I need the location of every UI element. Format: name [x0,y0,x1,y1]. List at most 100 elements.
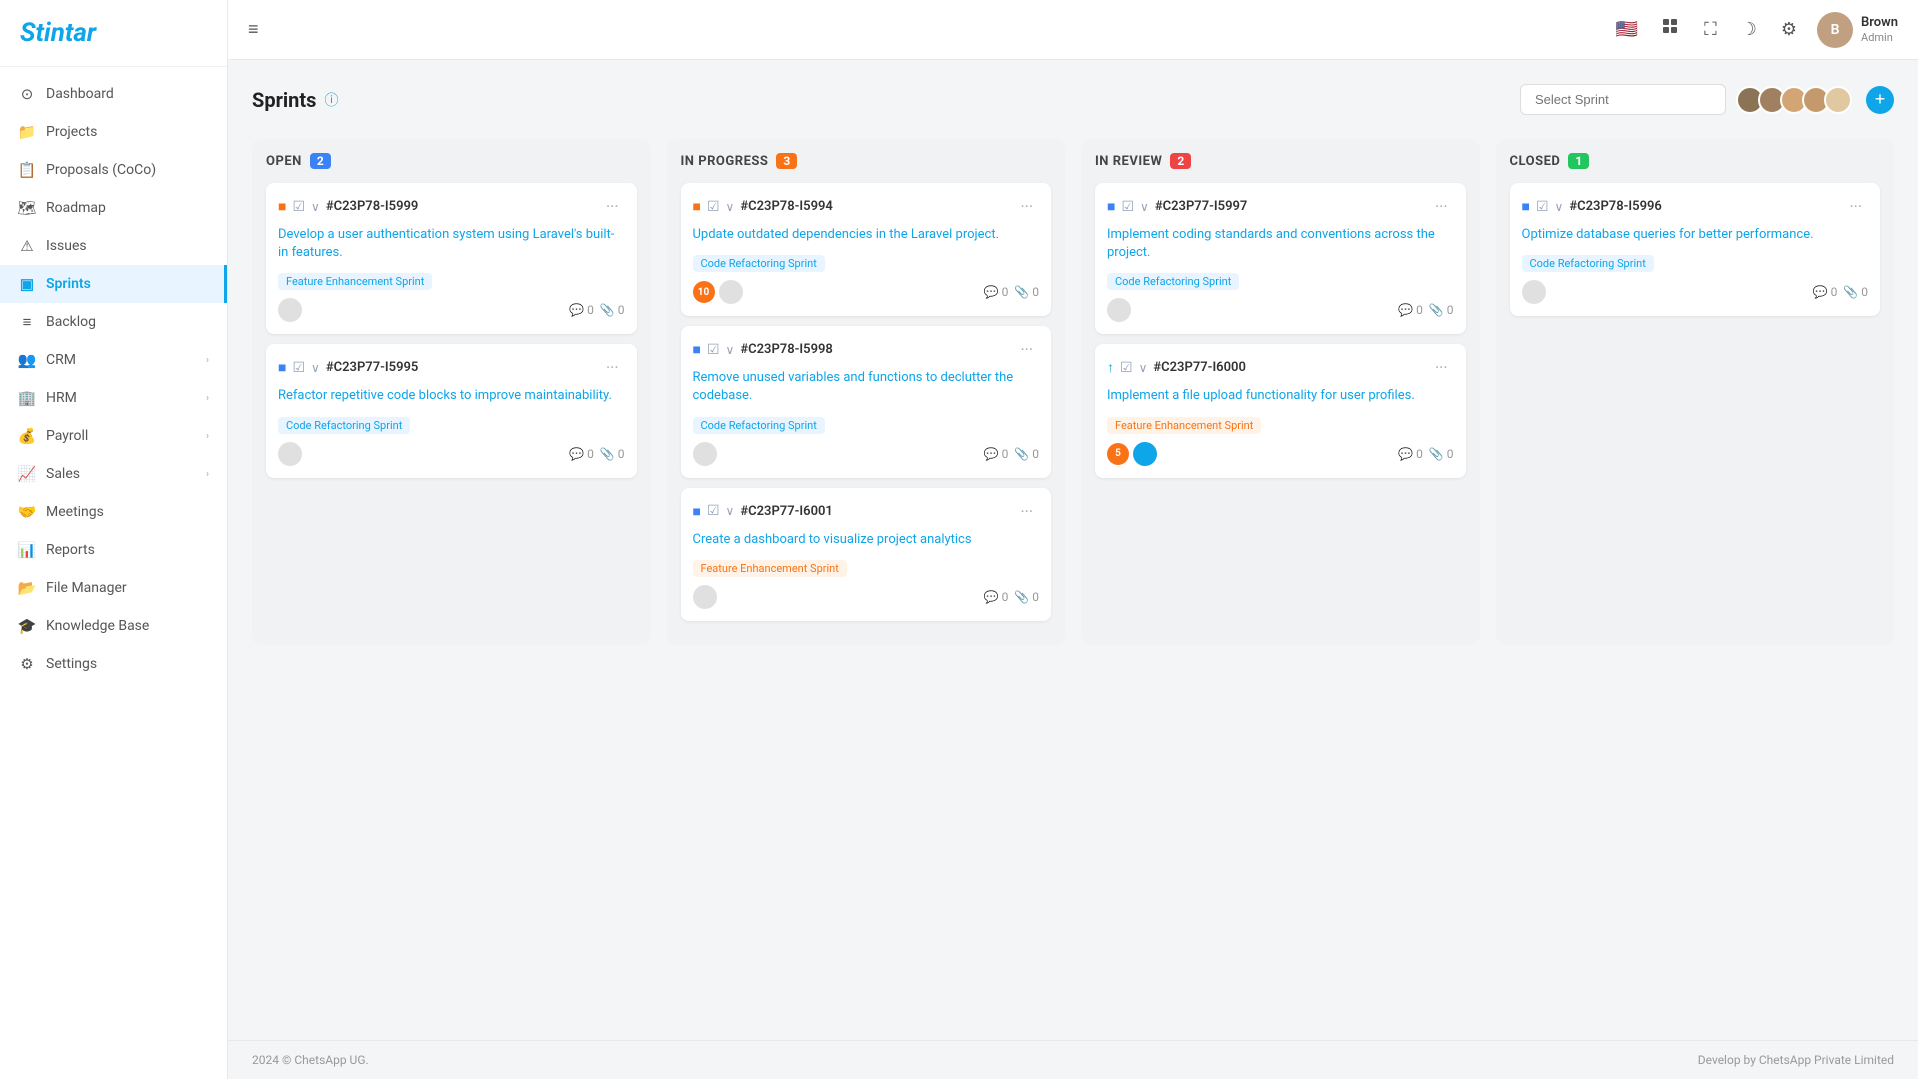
info-icon[interactable]: ⓘ [324,90,338,110]
sprint-card[interactable]: ■ ☑ ∨ #C23P78-I5996 ··· Optimize databas… [1510,183,1881,316]
card-tag: Code Refactoring Sprint [693,417,825,434]
sprint-card[interactable]: ↑ ☑ ∨ #C23P77-I6000 ··· Implement a file… [1095,344,1466,477]
card-footer: 💬 0 📎 0 [278,442,625,466]
add-sprint-button[interactable]: + [1866,86,1894,114]
sidebar-item-crm[interactable]: 👥 CRM › [0,341,227,379]
flag-icon[interactable]: 🇺🇸 [1612,15,1642,44]
card-tag: Feature Enhancement Sprint [278,273,432,290]
sidebar-item-settings[interactable]: ⚙ Settings [0,645,227,683]
proposals-icon: 📋 [18,161,36,179]
card-menu-button[interactable]: ··· [1429,195,1454,218]
nav-section: ⊙ Dashboard 📁 Projects 📋 Proposals (CoCo… [0,67,227,691]
nav-arrow-hrm: › [206,393,209,404]
sprint-card[interactable]: ■ ☑ ∨ #C23P77-I5997 ··· Implement coding… [1095,183,1466,334]
sidebar-item-label-payroll: Payroll [46,428,196,444]
card-check-icon: ☑ [1121,199,1134,215]
sidebar-item-reports[interactable]: 📊 Reports [0,531,227,569]
card-menu-button[interactable]: ··· [600,356,625,379]
sidebar-item-projects[interactable]: 📁 Projects [0,113,227,151]
card-id: #C23P78-I5994 [740,199,833,214]
card-header: ■ ☑ ∨ #C23P78-I5999 ··· [278,195,625,218]
attachment-count: 📎 0 [1014,285,1039,299]
card-menu-button[interactable]: ··· [1014,195,1039,218]
card-menu-button[interactable]: ··· [600,195,625,218]
avatar-group [1736,86,1852,114]
sidebar-item-label-hrm: HRM [46,390,196,406]
sidebar-item-label-roadmap: Roadmap [46,200,209,216]
card-header: ■ ☑ ∨ #C23P77-I5995 ··· [278,356,625,379]
kanban-column-in-review: IN REVIEW 2 ■ ☑ ∨ #C23P77-I5997 ··· Impl… [1081,139,1480,645]
sidebar-item-label-file-manager: File Manager [46,580,209,596]
column-title: CLOSED [1510,154,1561,169]
sidebar-item-label-settings: Settings [46,656,209,672]
card-id: #C23P77-I5995 [326,360,419,375]
sidebar-item-dashboard[interactable]: ⊙ Dashboard [0,75,227,113]
sidebar-item-sprints[interactable]: ▣ Sprints [0,265,227,303]
fullscreen-icon[interactable]: ⛶ [1700,15,1721,44]
card-menu-button[interactable]: ··· [1014,500,1039,523]
sprint-card[interactable]: ■ ☑ ∨ #C23P78-I5998 ··· Remove unused va… [681,326,1052,477]
sidebar-item-file-manager[interactable]: 📂 File Manager [0,569,227,607]
sidebar-item-backlog[interactable]: ≡ Backlog [0,303,227,341]
assignee-count: 5 [1107,443,1129,465]
page-title-row: Sprints ⓘ [252,88,338,112]
settings-icon[interactable]: ⚙ [1777,15,1801,44]
card-header: ■ ☑ ∨ #C23P77-I5997 ··· [1107,195,1454,218]
card-chevron-icon: ∨ [726,343,735,357]
sidebar: Stintar ⊙ Dashboard 📁 Projects 📋 Proposa… [0,0,228,1079]
sidebar-item-proposals[interactable]: 📋 Proposals (CoCo) [0,151,227,189]
card-stats: 💬 0 📎 0 [984,590,1039,604]
user-details: Brown Admin [1861,15,1898,44]
sprints-icon: ▣ [18,275,36,293]
column-badge: 1 [1568,153,1589,169]
dark-mode-icon[interactable]: ☽ [1737,15,1761,44]
sidebar-item-hrm[interactable]: 🏢 HRM › [0,379,227,417]
sidebar-item-label-knowledge-base: Knowledge Base [46,618,209,634]
card-check-icon: ☑ [707,199,720,215]
card-menu-button[interactable]: ··· [1014,338,1039,361]
card-footer: 💬 0 📎 0 [1107,298,1454,322]
card-id: #C23P77-I6001 [740,504,833,519]
card-menu-button[interactable]: ··· [1429,356,1454,379]
card-title: Create a dashboard to visualize project … [693,531,1040,549]
card-title: Update outdated dependencies in the Lara… [693,226,1040,244]
sidebar-item-knowledge-base[interactable]: 🎓 Knowledge Base [0,607,227,645]
avatar: B [1817,12,1853,48]
assignee-avatar [278,442,302,466]
card-title: Refactor repetitive code blocks to impro… [278,387,625,405]
sidebar-item-label-proposals: Proposals (CoCo) [46,162,209,178]
card-id-row: ■ ☑ ∨ #C23P77-I5995 [278,359,418,376]
sidebar-item-issues[interactable]: ⚠ Issues [0,227,227,265]
sidebar-item-payroll[interactable]: 💰 Payroll › [0,417,227,455]
sprint-card[interactable]: ■ ☑ ∨ #C23P77-I6001 ··· Create a dashboa… [681,488,1052,621]
card-meta: 10 [693,280,743,304]
card-check-icon: ☑ [707,342,720,358]
knowledge-base-icon: 🎓 [18,617,36,635]
card-tag: Code Refactoring Sprint [1522,255,1654,272]
sprint-card[interactable]: ■ ☑ ∨ #C23P78-I5994 ··· Update outdated … [681,183,1052,316]
card-tag: Feature Enhancement Sprint [1107,417,1261,434]
sprint-card[interactable]: ■ ☑ ∨ #C23P78-I5999 ··· Develop a user a… [266,183,637,334]
logo: Stintar [0,0,227,67]
user-info[interactable]: B Brown Admin [1817,12,1898,48]
assignee-avatar [278,298,302,322]
sprint-card[interactable]: ■ ☑ ∨ #C23P77-I5995 ··· Refactor repetit… [266,344,637,477]
sidebar-item-sales[interactable]: 📈 Sales › [0,455,227,493]
sidebar-item-meetings[interactable]: 🤝 Meetings [0,493,227,531]
attachment-count: 📎 0 [1014,447,1039,461]
kanban-column-in-progress: IN PROGRESS 3 ■ ☑ ∨ #C23P78-I5994 ··· Up… [667,139,1066,645]
assignee-avatar [719,280,743,304]
card-tag: Code Refactoring Sprint [693,255,825,272]
card-menu-button[interactable]: ··· [1843,195,1868,218]
sprint-select-input[interactable] [1520,84,1726,115]
roadmap-icon: 🗺 [18,199,36,217]
sidebar-item-roadmap[interactable]: 🗺 Roadmap [0,189,227,227]
hamburger-icon[interactable]: ≡ [248,19,259,40]
grid-icon[interactable] [1658,14,1684,45]
card-id-row: ■ ☑ ∨ #C23P78-I5998 [693,341,833,358]
comment-count: 💬 0 [1813,285,1838,299]
card-check-icon: ☑ [707,503,720,519]
attachment-count: 📎 0 [1429,303,1454,317]
card-header: ■ ☑ ∨ #C23P78-I5996 ··· [1522,195,1869,218]
user-role: Admin [1861,31,1898,44]
